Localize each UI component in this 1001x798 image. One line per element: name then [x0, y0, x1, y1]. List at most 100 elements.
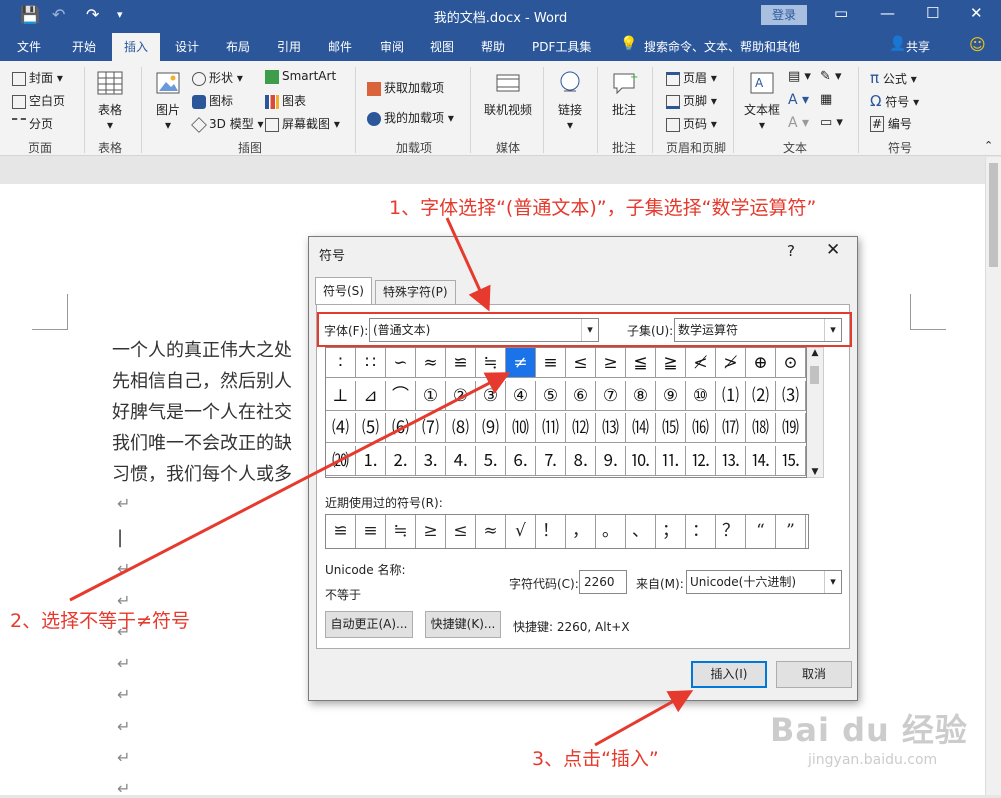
- chevron-down-icon[interactable]: ▾: [824, 571, 841, 593]
- symbol-cell[interactable]: ⑶: [776, 380, 806, 411]
- shapes-button[interactable]: 形状 ▾: [192, 69, 243, 86]
- tab-view[interactable]: 视图: [430, 38, 454, 55]
- recent-symbol-cell[interactable]: ≌: [326, 515, 356, 548]
- blank-page-button[interactable]: 空白页: [12, 92, 65, 109]
- symbol-cell[interactable]: ⒕: [746, 445, 776, 476]
- symbol-cell[interactable]: ⒖: [776, 445, 806, 476]
- recent-symbol-cell[interactable]: 、: [626, 515, 656, 548]
- scroll-up-icon[interactable]: ▲: [807, 348, 823, 358]
- scroll-thumb[interactable]: [989, 163, 998, 267]
- tab-design[interactable]: 设计: [175, 38, 199, 55]
- from-select[interactable]: Unicode(十六进制) ▾: [686, 570, 842, 594]
- collapse-ribbon-icon[interactable]: ⌃: [984, 139, 993, 152]
- screenshot-button[interactable]: 屏幕截图 ▾: [265, 115, 340, 132]
- symbol-cell[interactable]: ⑵: [746, 380, 776, 411]
- symbol-cell[interactable]: ⒑: [626, 445, 656, 476]
- wordart-icon[interactable]: A ▾: [788, 92, 809, 108]
- symbol-cell[interactable]: ⒐: [596, 445, 626, 476]
- 3d-model-button[interactable]: 3D 模型 ▾: [191, 115, 264, 133]
- minimize-icon[interactable]: —: [880, 4, 895, 22]
- char-code-input[interactable]: 2260: [579, 570, 627, 594]
- symbol-cell[interactable]: ≯: [716, 348, 746, 378]
- symbol-cell[interactable]: ①: [416, 380, 446, 411]
- symbol-cell[interactable]: ∶: [326, 348, 356, 378]
- recent-symbol-cell[interactable]: ≤: [446, 515, 476, 548]
- symbol-cell-selected[interactable]: ≠: [506, 348, 536, 378]
- recent-symbol-cell[interactable]: “: [746, 515, 776, 548]
- cover-button[interactable]: 封面 ▾: [12, 69, 63, 86]
- symbol-cell[interactable]: ≥: [596, 348, 626, 378]
- page-break-button[interactable]: 分页: [12, 115, 53, 132]
- symbol-cell[interactable]: ⑹: [386, 413, 416, 443]
- recent-symbol-cell[interactable]: √: [506, 515, 536, 548]
- tab-symbols[interactable]: 符号(S): [315, 277, 372, 305]
- symbol-cell[interactable]: ⑸: [356, 413, 386, 443]
- symbol-cell[interactable]: ⒉: [386, 445, 416, 476]
- smartart-button[interactable]: SmartArt: [265, 69, 336, 84]
- equation-button[interactable]: π 公式 ▾: [870, 69, 917, 87]
- symbol-cell[interactable]: ②: [446, 380, 476, 411]
- close-window-icon[interactable]: ✕: [970, 4, 983, 22]
- insert-button[interactable]: 插入(I): [691, 661, 767, 688]
- symbol-cell[interactable]: ⊿: [356, 380, 386, 411]
- symbol-button[interactable]: Ω 符号 ▾: [870, 92, 919, 110]
- search-input[interactable]: 搜索命令、文本、帮助和其他: [644, 38, 800, 55]
- symbol-cell[interactable]: ⑤: [536, 380, 566, 411]
- dropcap-icon[interactable]: A ▾: [788, 115, 809, 131]
- picture-button[interactable]: 图片 ▾: [150, 69, 186, 132]
- help-icon[interactable]: ?: [787, 242, 795, 260]
- number-button[interactable]: # 编号: [870, 115, 912, 132]
- signature-line-icon[interactable]: ✎ ▾: [820, 69, 842, 84]
- symbol-cell[interactable]: ④: [506, 380, 536, 411]
- symbol-cell[interactable]: ∽: [386, 348, 416, 378]
- symbol-cell[interactable]: ⒈: [356, 445, 386, 476]
- symbol-cell[interactable]: ⑿: [566, 413, 596, 443]
- tab-help[interactable]: 帮助: [481, 38, 505, 55]
- share-button[interactable]: 共享: [906, 38, 930, 55]
- symbol-cell[interactable]: ⑽: [506, 413, 536, 443]
- symbol-cell[interactable]: ⒁: [626, 413, 656, 443]
- symbol-cell[interactable]: ⑼: [476, 413, 506, 443]
- symbol-cell[interactable]: ⑷: [326, 413, 356, 443]
- header-button[interactable]: 页眉 ▾: [666, 69, 717, 86]
- symbol-cell[interactable]: ⒇: [326, 445, 356, 476]
- quick-parts-icon[interactable]: ▤ ▾: [788, 69, 811, 84]
- footer-button[interactable]: 页脚 ▾: [666, 92, 717, 109]
- tab-pdf-tools[interactable]: PDF工具集: [532, 38, 591, 55]
- symbol-cell[interactable]: ⒎: [536, 445, 566, 476]
- symbol-cell[interactable]: ≡: [536, 348, 566, 378]
- symbol-cell[interactable]: ⑥: [566, 380, 596, 411]
- object-icon[interactable]: ▭ ▾: [820, 115, 843, 130]
- symbol-cell[interactable]: ⊙: [776, 348, 806, 378]
- ribbon-display-icon[interactable]: ▭: [834, 4, 848, 22]
- symbol-cell[interactable]: ≒: [476, 348, 506, 378]
- symbol-cell[interactable]: ≮: [686, 348, 716, 378]
- recent-symbols[interactable]: ≌ ≡ ≒ ≥ ≤ ≈ √！，。、；：？ “”: [325, 514, 809, 549]
- symbol-cell[interactable]: ⒀: [596, 413, 626, 443]
- symbol-cell[interactable]: ⑧: [626, 380, 656, 411]
- symbol-cell[interactable]: ≈: [416, 348, 446, 378]
- recent-symbol-cell[interactable]: ，: [566, 515, 596, 548]
- table-button[interactable]: 表格 ▾: [90, 69, 130, 132]
- recent-symbol-cell[interactable]: ”: [776, 515, 806, 548]
- recent-symbol-cell[interactable]: ？: [716, 515, 746, 548]
- tab-file[interactable]: 文件: [17, 38, 41, 55]
- symbol-cell[interactable]: ⒄: [716, 413, 746, 443]
- symbol-cell[interactable]: ⒍: [506, 445, 536, 476]
- symbol-cell[interactable]: ⑾: [536, 413, 566, 443]
- date-time-icon[interactable]: ▦: [820, 92, 832, 107]
- icons-button[interactable]: 图标: [192, 92, 233, 109]
- get-addins-button[interactable]: 获取加载项: [367, 79, 444, 96]
- maximize-icon[interactable]: ☐: [926, 4, 939, 22]
- symbol-cell[interactable]: ⒋: [446, 445, 476, 476]
- symbol-cell[interactable]: ⒅: [746, 413, 776, 443]
- scroll-down-icon[interactable]: ▼: [807, 467, 823, 477]
- symbol-cell[interactable]: ⒓: [686, 445, 716, 476]
- recent-symbol-cell[interactable]: ≥: [416, 515, 446, 548]
- symbol-cell[interactable]: ⑴: [716, 380, 746, 411]
- page-number-button[interactable]: 页码 ▾: [666, 115, 717, 132]
- symbol-cell[interactable]: ∷: [356, 348, 386, 378]
- symbol-cell[interactable]: ⒏: [566, 445, 596, 476]
- recent-symbol-cell[interactable]: ≒: [386, 515, 416, 548]
- symbol-cell[interactable]: ⊥: [326, 380, 356, 411]
